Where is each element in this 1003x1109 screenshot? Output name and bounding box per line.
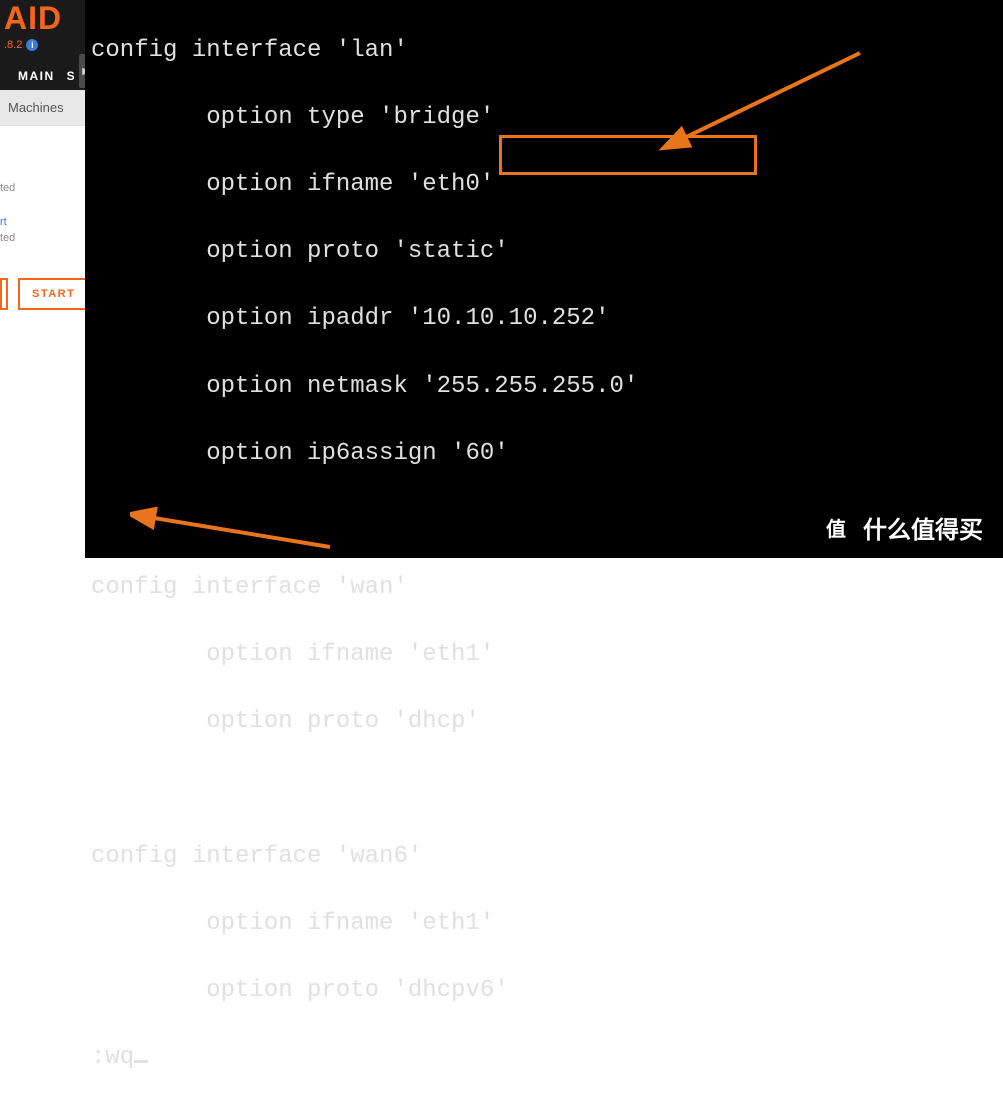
version-row: .8.2 i — [4, 39, 81, 51]
nav-tabs: MAIN S — [4, 69, 81, 83]
config-line: option ipaddr '10.10.10.252' — [91, 302, 1003, 336]
config-line: option proto 'dhcpv6' — [91, 974, 1003, 1008]
config-line: option ifname 'eth1' — [91, 638, 1003, 672]
machine-list: ted rt ted START — [0, 126, 85, 310]
config-line: option ifname 'eth0' — [91, 168, 1003, 202]
watermark-badge: 值 — [817, 508, 855, 546]
nav-s[interactable]: S — [67, 69, 77, 83]
sidebar: AID .8.2 i MAIN S ▶ Machines ted rt ted … — [0, 0, 85, 558]
action-buttons: START — [0, 278, 85, 310]
config-line: option ip6assign '60' — [91, 437, 1003, 471]
version-text: .8.2 — [4, 39, 22, 51]
watermark-text: 什么值得买 — [863, 510, 983, 545]
config-line — [91, 773, 1003, 807]
config-line: option ifname 'eth1' — [91, 907, 1003, 941]
vim-command: :wq — [91, 1044, 134, 1071]
config-line: config interface 'wan' — [91, 571, 1003, 605]
action-button[interactable] — [0, 278, 8, 310]
watermark: 值 什么值得买 — [817, 508, 983, 546]
sidebar-header: AID .8.2 i MAIN S ▶ — [0, 0, 85, 90]
cursor-icon — [134, 1060, 148, 1063]
nav-main[interactable]: MAIN — [18, 69, 55, 83]
config-line: option netmask '255.255.255.0' — [91, 370, 1003, 404]
machine-name: rt — [0, 216, 7, 228]
config-line: option proto 'static' — [91, 235, 1003, 269]
app-logo: AID — [4, 0, 81, 37]
config-line: config interface 'wan6' — [91, 840, 1003, 874]
machine-item[interactable]: ted — [0, 180, 85, 196]
vim-command-line[interactable]: :wq — [91, 1041, 1003, 1075]
machine-status: ted — [0, 182, 15, 194]
terminal-window[interactable]: config interface 'lan' option type 'brid… — [85, 0, 1003, 558]
machines-header: Machines — [0, 90, 85, 126]
info-icon[interactable]: i — [26, 39, 38, 51]
machine-item[interactable]: rt — [0, 214, 85, 230]
start-button[interactable]: START — [18, 278, 89, 310]
config-line: config interface 'lan' — [91, 34, 1003, 68]
machine-item: ted — [0, 230, 85, 246]
machine-status: ted — [0, 232, 15, 244]
config-line: option type 'bridge' — [91, 101, 1003, 135]
config-line: option proto 'dhcp' — [91, 705, 1003, 739]
